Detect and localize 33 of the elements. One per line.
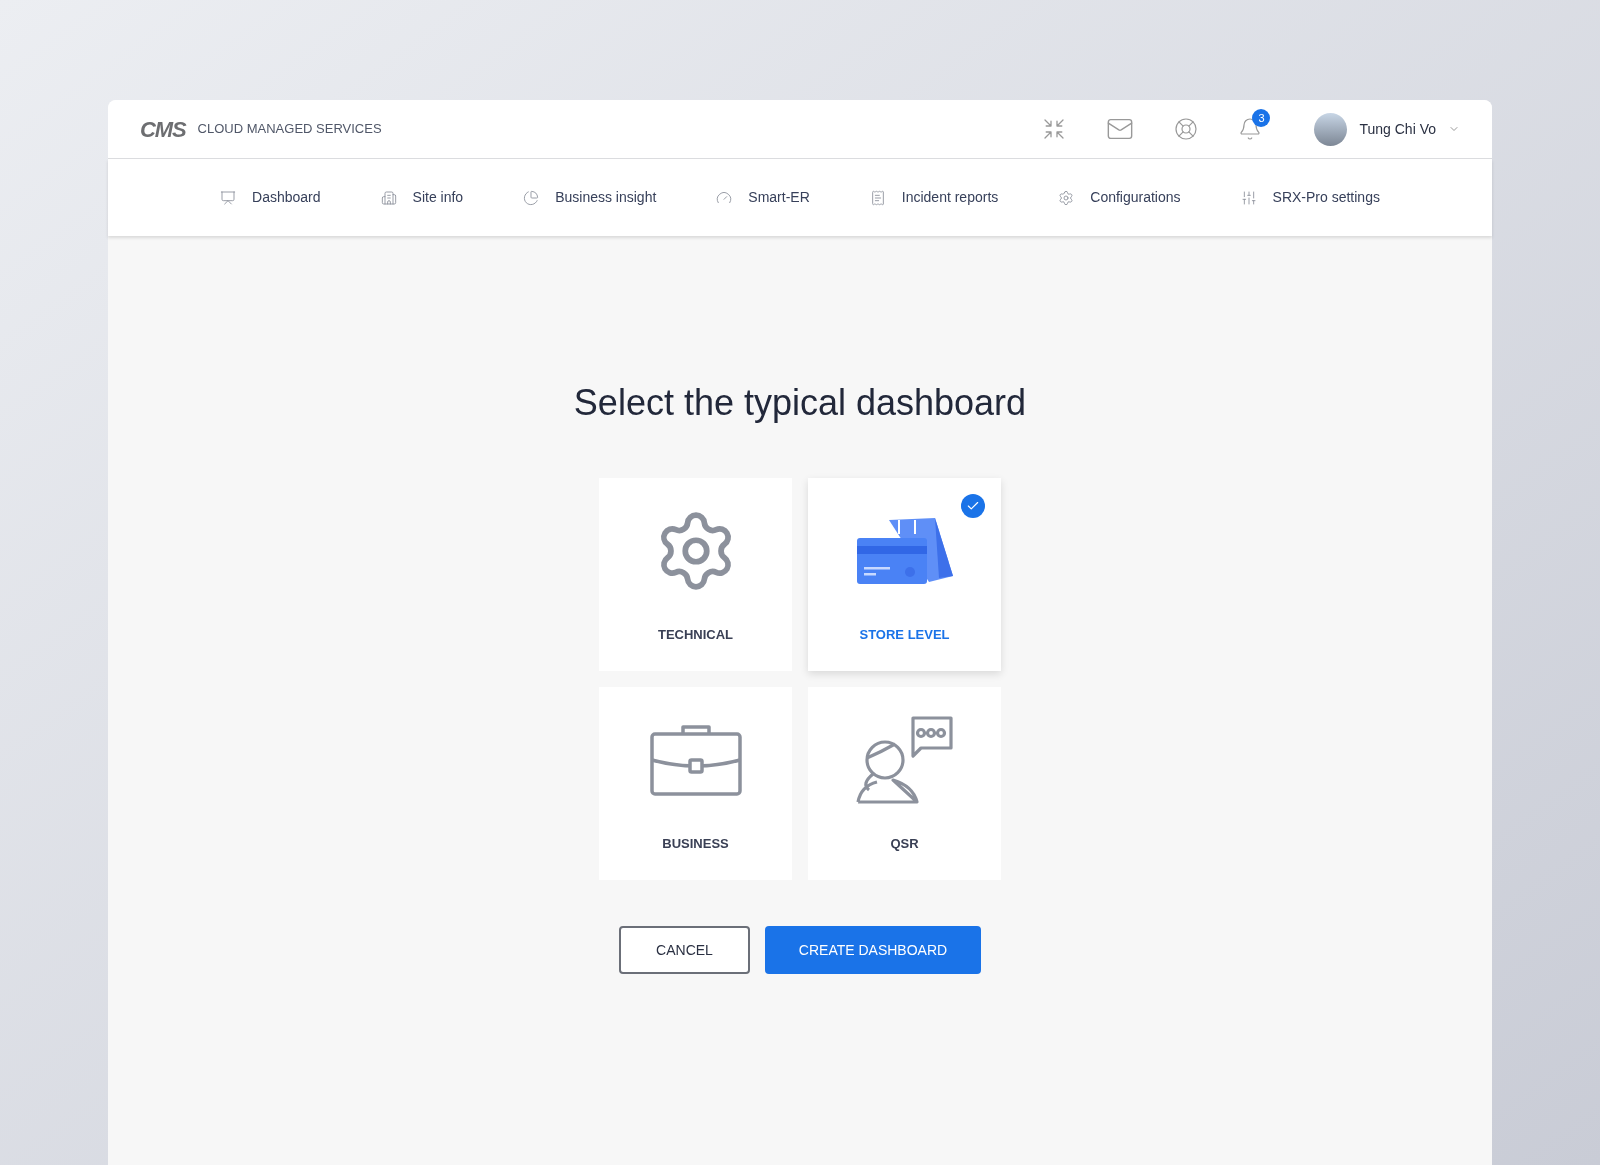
lifebuoy-icon [1174, 117, 1199, 141]
dashboard-option-card[interactable]: TECHNICAL [599, 478, 792, 671]
building-icon [380, 189, 397, 206]
receipt-icon [869, 189, 886, 206]
gauge-icon [716, 189, 733, 206]
dashboard-option-card[interactable]: STORE LEVEL [808, 478, 1001, 671]
create-dashboard-button[interactable]: CREATE DASHBOARD [765, 926, 981, 974]
page-title: Select the typical dashboard [572, 381, 1028, 425]
nav-link[interactable]: Smart-ER [716, 187, 810, 208]
nav-link[interactable]: SRX-Pro settings [1240, 187, 1380, 208]
nav-link[interactable]: Business insight [523, 187, 657, 208]
dashboard-option-card[interactable]: BUSINESS [599, 687, 792, 880]
presentation-icon [220, 189, 237, 206]
support-button[interactable] [1174, 117, 1199, 141]
cancel-button[interactable]: CANCEL [619, 926, 750, 974]
notifications-button[interactable]: 3 [1230, 109, 1271, 149]
user-menu[interactable]: Tung Chi Vo [1359, 118, 1460, 140]
notification-badge: 3 [1252, 109, 1271, 127]
nav-link[interactable]: Incident reports [869, 187, 999, 208]
nav-link[interactable]: Site info [380, 187, 464, 208]
person-speech-bubble-icon [854, 716, 955, 805]
avatar [1314, 112, 1348, 146]
brand-name: CLOUD MANAGED SERVICES [197, 120, 382, 139]
check-icon [961, 494, 985, 518]
dashboard-option-card[interactable]: QSR [808, 687, 1001, 880]
pie-icon [523, 189, 540, 206]
logo: CMS [140, 115, 186, 144]
sliders-icon [1240, 189, 1257, 206]
card-and-bag-icon [854, 516, 955, 587]
briefcase-icon [649, 724, 742, 797]
nav-link[interactable]: Configurations [1058, 187, 1181, 208]
gear-icon [1058, 189, 1075, 206]
nav-link[interactable]: Dashboard [220, 187, 321, 208]
